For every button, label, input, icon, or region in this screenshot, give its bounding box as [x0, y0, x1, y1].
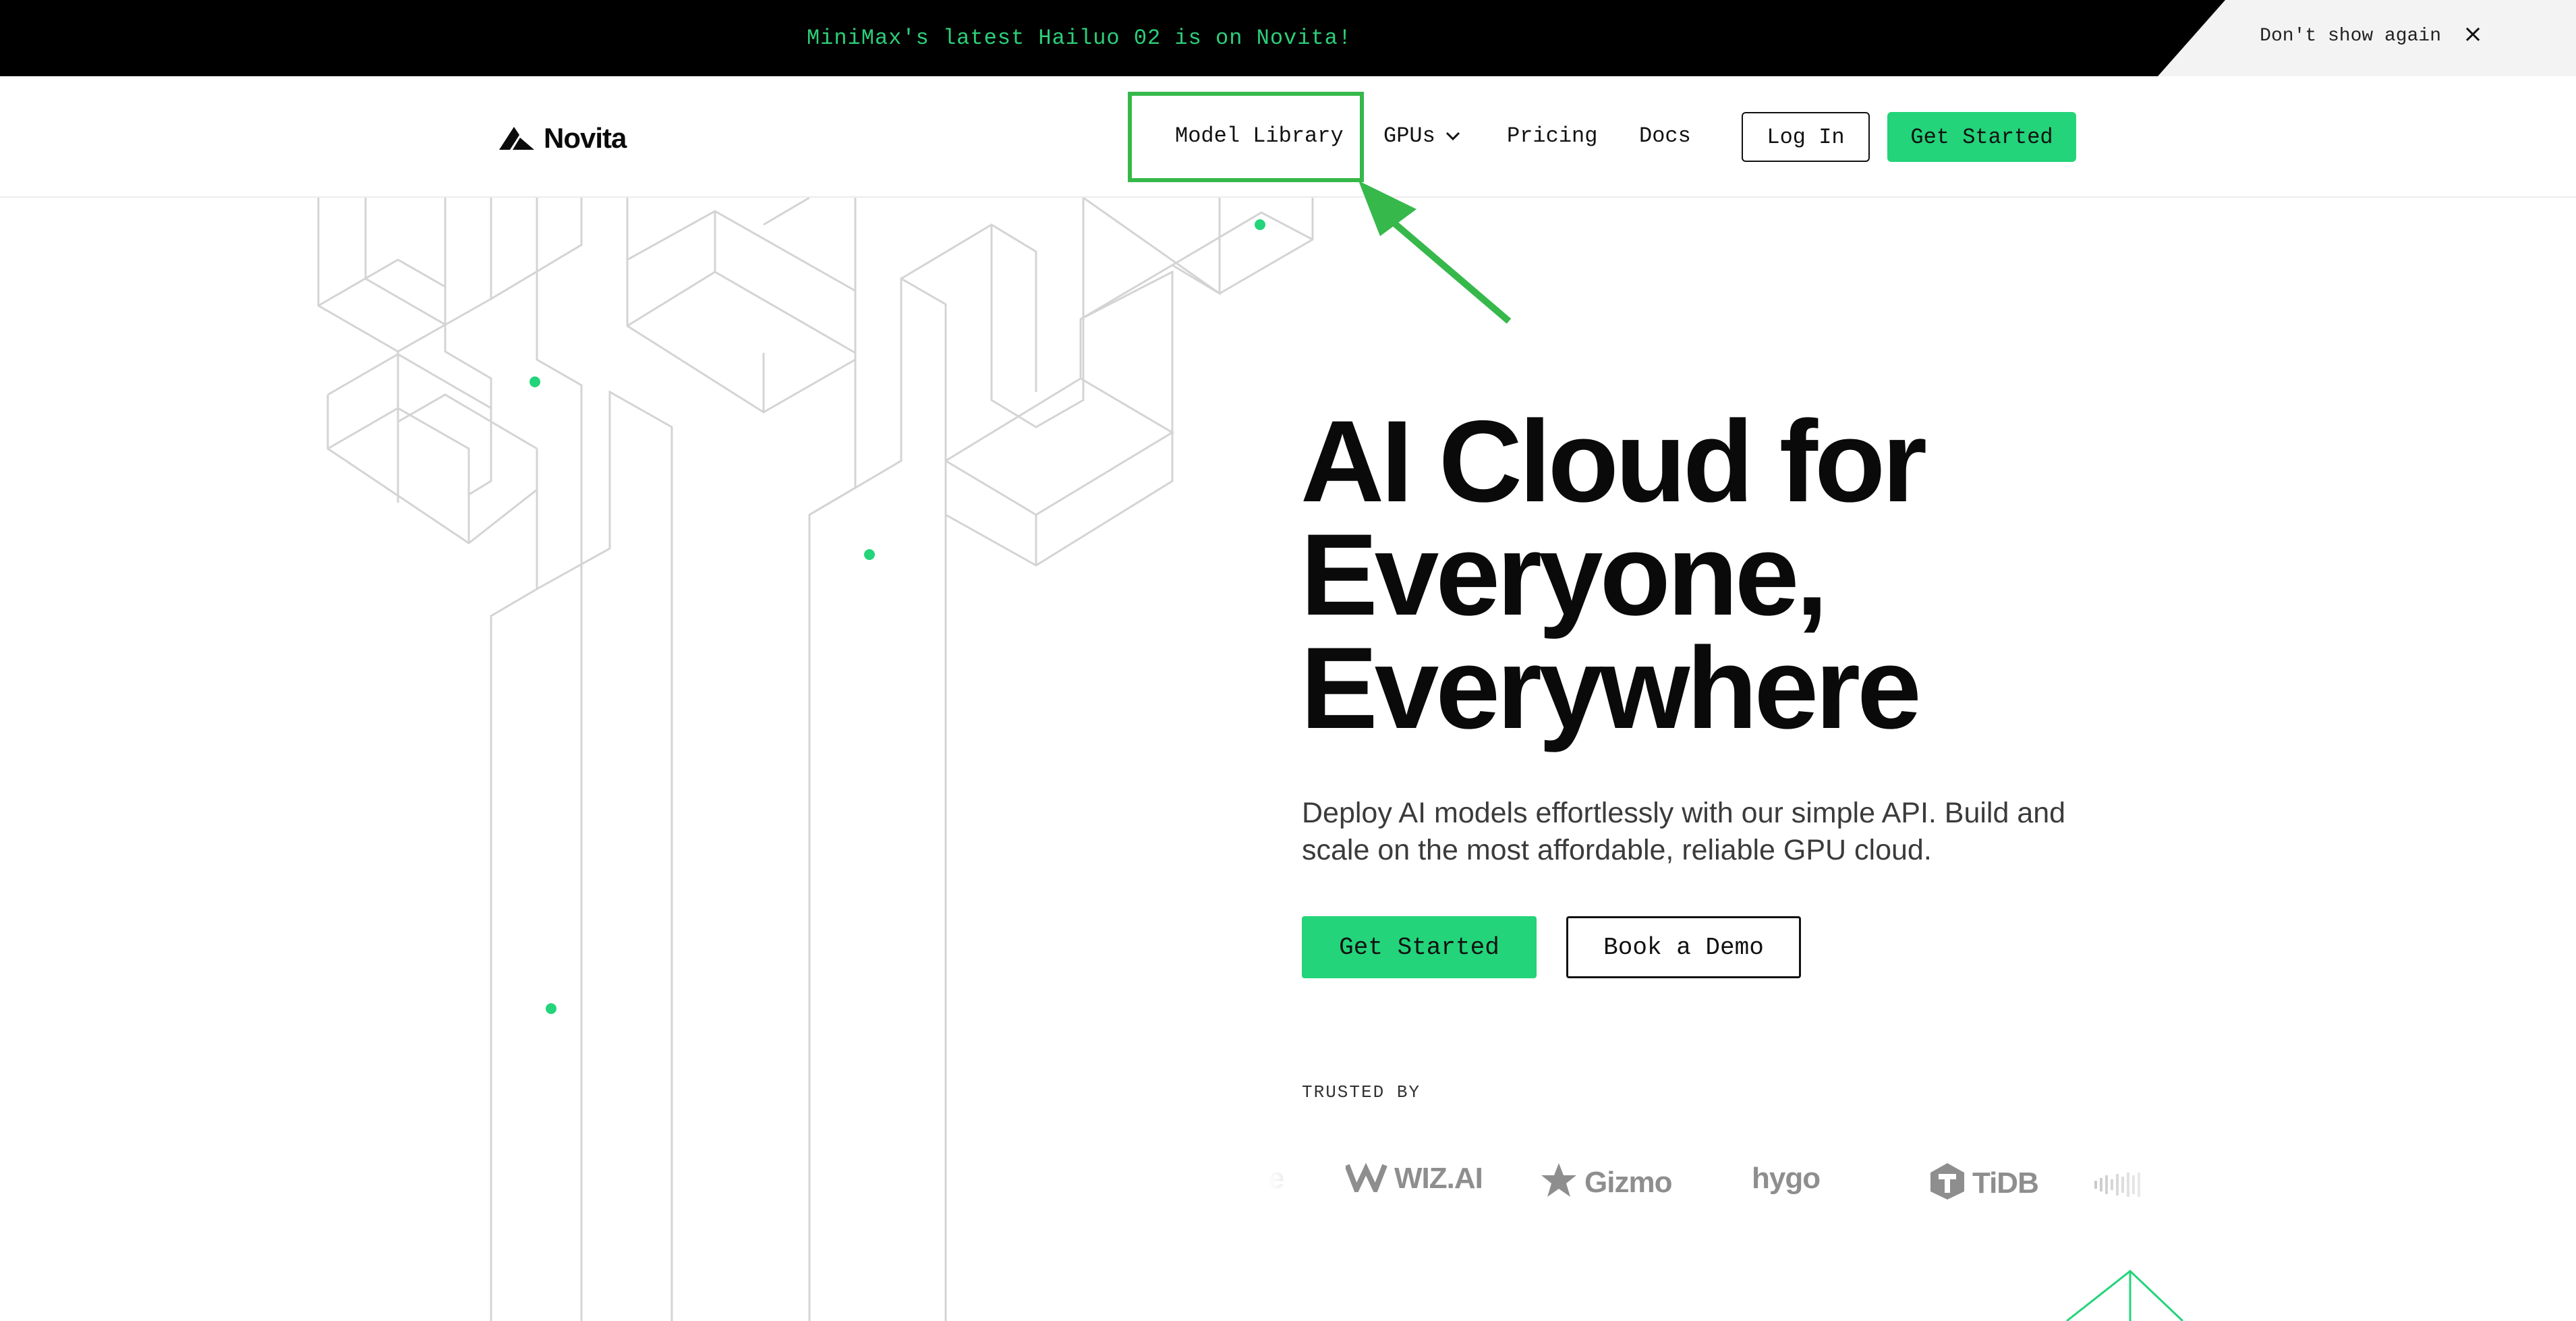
hero-title-line-1: AI Cloud for — [1300, 397, 1927, 526]
hygo-logo: hygo — [1752, 1162, 1821, 1196]
wiz-ai-logo: WIZ.AI — [1344, 1162, 1483, 1196]
wiz-ai-text: WIZ.AI — [1394, 1162, 1483, 1195]
tidb-text: TiDB — [1972, 1166, 2039, 1200]
bottom-ornament — [2066, 1270, 2184, 1321]
tidb-logo: TiDB — [1929, 1162, 2039, 1204]
trusted-by-label: TRUSTED BY — [1302, 1082, 1421, 1102]
gizmo-text: Gizmo — [1584, 1165, 1672, 1199]
hero-subtitle: Deploy AI models effortlessly with our s… — [1302, 797, 2066, 866]
carousel-fade-right — [2078, 1147, 2172, 1221]
carousel-fade-left — [1268, 1147, 1322, 1221]
wiz-logo-icon — [1344, 1162, 1387, 1196]
gizmo-logo: Gizmo — [1540, 1162, 1672, 1203]
page: MiniMax's latest Hailuo 02 is on Novita!… — [0, 0, 2576, 1321]
gizmo-star-icon — [1540, 1162, 1578, 1203]
tidb-logo-icon — [1929, 1162, 1966, 1204]
hero-title: AI Cloud for Everyone, Everywhere — [1300, 403, 2245, 746]
hero-title-line-3: Everywhere — [1300, 623, 1922, 753]
hygo-text: hygo — [1752, 1162, 1821, 1195]
hero-get-started-button[interactable]: Get Started — [1302, 916, 1537, 978]
isometric-illustration — [317, 198, 1314, 1321]
hero-title-line-2: Everyone, — [1300, 510, 1828, 640]
book-demo-button[interactable]: Book a Demo — [1566, 916, 1801, 978]
trusted-logos-carousel: e WIZ.AI Gizmo hygo TiDB — [1268, 1147, 2172, 1221]
